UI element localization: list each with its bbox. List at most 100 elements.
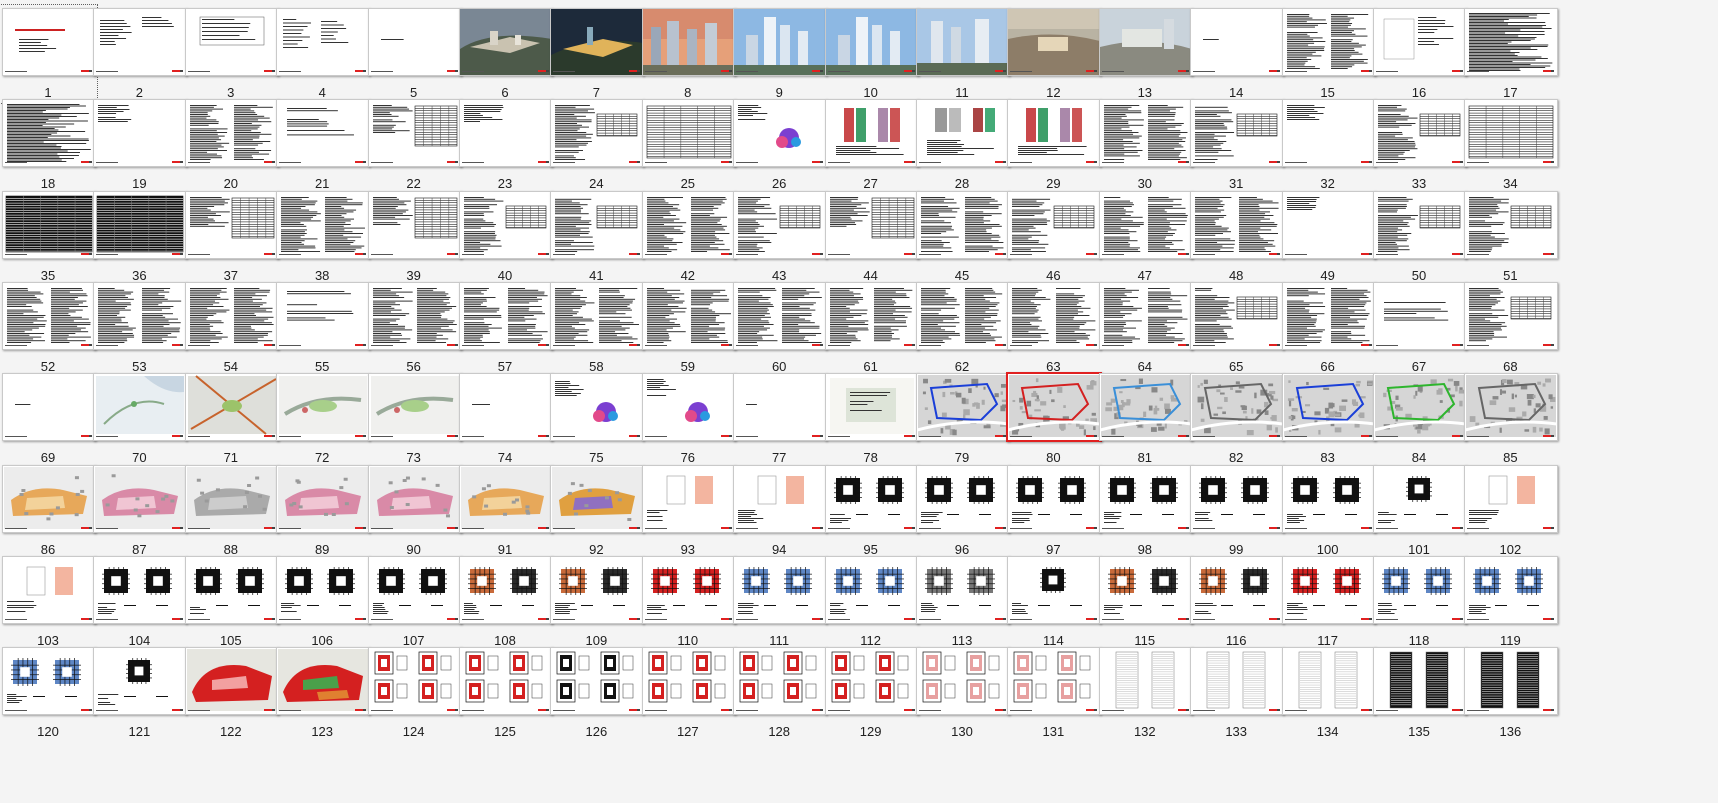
slide-thumbnail-cell[interactable]: 70 [93, 365, 193, 465]
slide-thumbnail[interactable] [1464, 373, 1559, 442]
slide-thumbnail-cell[interactable]: 20 [184, 91, 285, 191]
slide-thumbnail[interactable] [641, 99, 736, 168]
slide-thumbnail[interactable] [733, 647, 828, 716]
slide-thumbnail[interactable] [2, 464, 96, 533]
slide-thumbnail-cell[interactable]: 103 [2, 548, 102, 648]
slide-thumbnail[interactable] [184, 464, 279, 533]
slide-thumbnail-cell[interactable]: 92 [550, 457, 650, 557]
slide-thumbnail-cell[interactable]: 6 [459, 0, 559, 100]
slide-thumbnail-cell[interactable]: 125 [459, 639, 559, 739]
slide-thumbnail-cell[interactable]: 50 [1373, 183, 1473, 283]
slide-thumbnail[interactable] [276, 281, 371, 350]
slide-thumbnail-cell[interactable]: 136 [1464, 639, 1564, 739]
slide-thumbnail-cell[interactable]: 111 [733, 548, 833, 648]
slide-thumbnail[interactable] [824, 8, 919, 76]
slide-thumbnail[interactable] [276, 373, 371, 442]
slide-thumbnail-cell[interactable]: 23 [459, 91, 559, 191]
slide-thumbnail[interactable] [550, 373, 645, 442]
slide-thumbnail[interactable] [916, 8, 1010, 76]
slide-thumbnail-cell[interactable]: 44 [824, 183, 925, 283]
slide-thumbnail-cell[interactable]: 59 [641, 274, 742, 374]
slide-thumbnail[interactable] [367, 8, 462, 76]
slide-thumbnail-cell[interactable]: 75 [550, 365, 650, 465]
slide-thumbnail[interactable] [367, 555, 462, 624]
slide-thumbnail[interactable] [1190, 99, 1285, 168]
slide-thumbnail-cell[interactable]: 72 [276, 365, 376, 465]
slide-thumbnail[interactable] [1190, 8, 1285, 76]
slide-thumbnail[interactable] [2, 281, 96, 350]
slide-thumbnail[interactable] [459, 555, 553, 624]
slide-thumbnail-cell[interactable]: 127 [641, 639, 742, 739]
slide-thumbnail[interactable] [1281, 281, 1376, 350]
slide-thumbnail[interactable] [1281, 464, 1376, 533]
slide-thumbnail[interactable] [1190, 555, 1285, 624]
slide-thumbnail-cell[interactable]: 128 [733, 639, 833, 739]
slide-thumbnail[interactable] [550, 190, 645, 259]
slide-thumbnail-cell[interactable]: 10 [824, 0, 925, 100]
slide-thumbnail[interactable] [641, 190, 736, 259]
slide-thumbnail[interactable] [1281, 8, 1376, 76]
slide-thumbnail-cell[interactable]: 116 [1190, 548, 1290, 648]
slide-thumbnail[interactable] [1190, 464, 1285, 533]
slide-thumbnail-cell[interactable]: 82 [1190, 365, 1290, 465]
slide-thumbnail-cell[interactable]: 134 [1281, 639, 1382, 739]
slide-thumbnail[interactable] [641, 555, 736, 624]
slide-thumbnail-cell[interactable]: 131 [1007, 639, 1107, 739]
slide-thumbnail-cell[interactable]: 43 [733, 183, 833, 283]
slide-thumbnail[interactable] [276, 8, 371, 76]
slide-thumbnail-cell[interactable]: 87 [93, 457, 193, 557]
slide-thumbnail-cell[interactable]: 104 [93, 548, 193, 648]
slide-thumbnail-cell[interactable]: 107 [367, 548, 468, 648]
slide-thumbnail-cell[interactable]: 3 [184, 0, 285, 100]
slide-thumbnail-cell[interactable]: 118 [1373, 548, 1473, 648]
slide-thumbnail-cell[interactable]: 35 [2, 183, 102, 283]
slide-thumbnail[interactable] [2, 190, 96, 259]
slide-thumbnail-cell[interactable]: 17 [1464, 0, 1564, 100]
slide-thumbnail[interactable] [1464, 99, 1559, 168]
slide-thumbnail[interactable] [824, 464, 919, 533]
slide-thumbnail[interactable] [367, 647, 462, 716]
slide-thumbnail[interactable] [459, 8, 553, 76]
slide-thumbnail[interactable] [367, 464, 462, 533]
slide-thumbnail[interactable] [550, 8, 645, 76]
slide-thumbnail-cell[interactable]: 45 [916, 183, 1016, 283]
slide-thumbnail[interactable] [1281, 373, 1376, 442]
slide-thumbnail[interactable] [641, 8, 736, 76]
slide-thumbnail[interactable] [1373, 8, 1467, 76]
slide-thumbnail[interactable] [550, 647, 645, 716]
slide-thumbnail[interactable] [93, 555, 188, 624]
slide-thumbnail-cell[interactable]: 69 [2, 365, 102, 465]
slide-thumbnail-cell[interactable]: 122 [184, 639, 285, 739]
slide-thumbnail[interactable] [1190, 281, 1285, 350]
slide-thumbnail-cell[interactable]: 112 [824, 548, 925, 648]
slide-thumbnail-cell[interactable]: 123 [276, 639, 376, 739]
slide-thumbnail-cell[interactable]: 40 [459, 183, 559, 283]
slide-thumbnail[interactable] [2, 373, 96, 442]
slide-thumbnail[interactable] [459, 647, 553, 716]
slide-thumbnail-cell[interactable]: 64 [1098, 274, 1199, 374]
slide-thumbnail[interactable] [1007, 8, 1102, 76]
slide-thumbnail-cell[interactable]: 58 [550, 274, 650, 374]
slide-thumbnail[interactable] [2, 8, 96, 76]
slide-thumbnail-cell[interactable]: 8 [641, 0, 742, 100]
slide-thumbnail-cell[interactable]: 78 [824, 365, 925, 465]
slide-thumbnail[interactable] [93, 8, 188, 76]
slide-thumbnail[interactable] [641, 281, 736, 350]
slide-thumbnail-cell[interactable]: 79 [916, 365, 1016, 465]
slide-thumbnail[interactable] [641, 373, 736, 442]
slide-thumbnail[interactable] [276, 99, 371, 168]
slide-thumbnail-cell[interactable]: 114 [1007, 548, 1107, 648]
slide-thumbnail[interactable] [184, 647, 279, 716]
slide-thumbnail[interactable] [550, 464, 645, 533]
slide-thumbnail-cell[interactable]: 130 [916, 639, 1016, 739]
slide-thumbnail[interactable] [1464, 555, 1559, 624]
slide-thumbnail-cell[interactable]: 46 [1007, 183, 1107, 283]
slide-thumbnail-cell[interactable]: 28 [916, 91, 1016, 191]
slide-thumbnail[interactable] [276, 190, 371, 259]
slide-thumbnail-cell[interactable]: 89 [276, 457, 376, 557]
slide-thumbnail[interactable] [916, 190, 1010, 259]
slide-thumbnail-cell[interactable]: 62 [916, 274, 1016, 374]
slide-thumbnail[interactable] [1190, 647, 1285, 716]
slide-thumbnail[interactable] [276, 647, 371, 716]
slide-thumbnail-cell[interactable]: 80 [1006, 365, 1107, 465]
